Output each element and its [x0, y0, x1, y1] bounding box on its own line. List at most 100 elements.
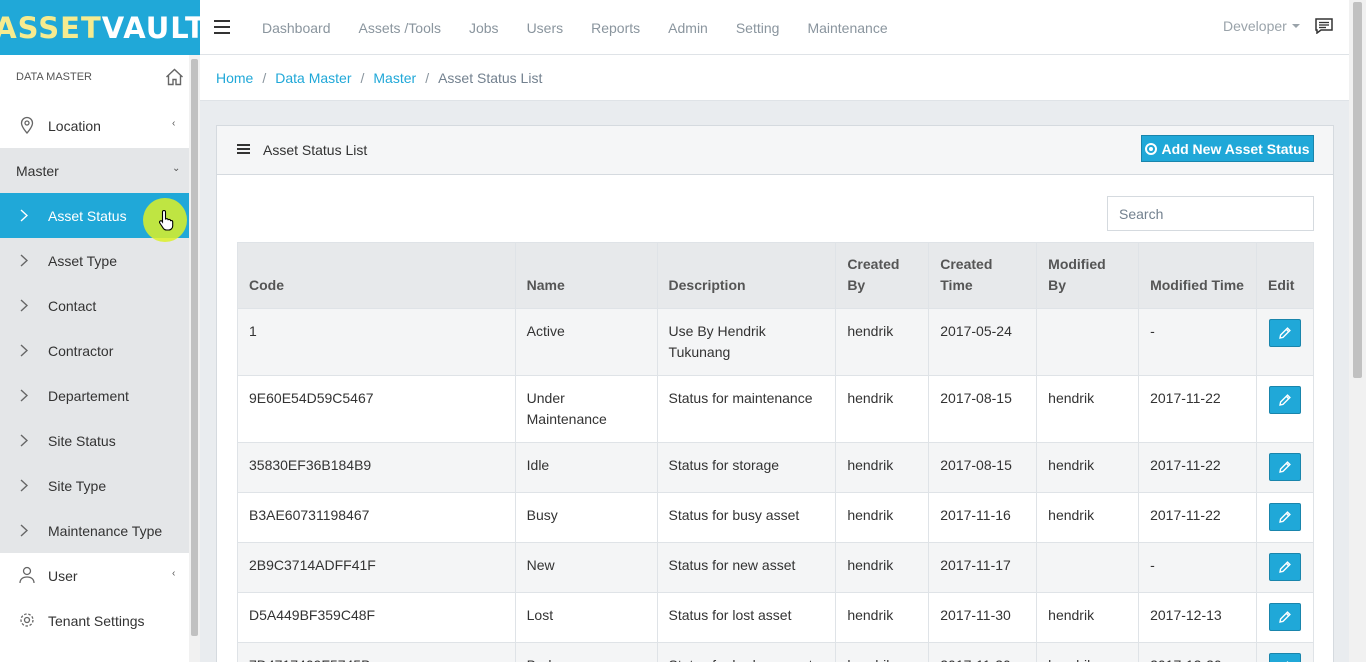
sidebar-item-site-status[interactable]: Site Status	[0, 418, 189, 463]
page-scrollbar[interactable]	[1349, 0, 1366, 662]
cell-code: 2B9C3714ADFF41F	[237, 542, 516, 593]
pencil-icon	[1279, 611, 1291, 623]
cell-edit	[1255, 492, 1315, 543]
cell-modified-time: 2017-11-22	[1138, 442, 1257, 493]
cell-edit	[1255, 375, 1315, 443]
hamburger-icon[interactable]	[212, 16, 232, 38]
sidebar-item-departement[interactable]: Departement	[0, 373, 189, 418]
cell-code: D5A449BF359C48F	[237, 592, 516, 643]
cell-created-time: 2017-08-15	[928, 375, 1038, 443]
page-scroll-thumb[interactable]	[1353, 2, 1362, 378]
pencil-icon	[1279, 394, 1291, 406]
chat-icon[interactable]	[1315, 18, 1333, 34]
nav-assets-tools[interactable]: Assets /Tools	[345, 20, 455, 36]
list-icon	[237, 144, 250, 155]
main-content: Home / Data Master / Master / Asset Stat…	[200, 55, 1349, 662]
cell-edit	[1255, 642, 1315, 662]
sidebar-item-label: Maintenance Type	[48, 522, 163, 539]
sidebar-item-contractor[interactable]: Contractor	[0, 328, 189, 373]
edit-button[interactable]	[1268, 386, 1301, 414]
chevron-right-icon	[20, 389, 28, 402]
brand-part1: ASSET	[0, 10, 102, 45]
top-nav: Dashboard Assets /Tools Jobs Users Repor…	[248, 0, 902, 55]
sidebar-item-tenant-settings[interactable]: Tenant Settings	[0, 598, 189, 643]
breadcrumb-data-master[interactable]: Data Master	[275, 70, 351, 86]
breadcrumb-home[interactable]: Home	[216, 70, 253, 86]
cell-modified-by: hendrik	[1036, 492, 1140, 543]
cell-modified-time: 2017-11-22	[1138, 375, 1257, 443]
cell-created-by: hendrik	[835, 642, 930, 662]
column-header-modified-by[interactable]: Modified By	[1036, 242, 1140, 309]
top-bar: ASSET VAULT Dashboard Assets /Tools Jobs …	[0, 0, 1366, 55]
edit-button[interactable]	[1268, 453, 1301, 481]
column-header-description[interactable]: Description	[656, 242, 837, 309]
cell-created-by: hendrik	[835, 542, 930, 593]
cell-edit	[1255, 592, 1315, 643]
edit-button[interactable]	[1268, 503, 1301, 531]
cell-description: Status for storage	[656, 442, 837, 493]
sidebar-scrollbar[interactable]	[189, 55, 200, 662]
column-header-code[interactable]: Code	[237, 242, 516, 309]
table-header-row: Code Name Description Created By Created…	[237, 242, 1315, 309]
cell-code: B3AE60731198467	[237, 492, 516, 543]
card-header: Asset Status List Add New Asset Status	[217, 126, 1333, 175]
search-input[interactable]	[1107, 196, 1314, 231]
edit-button[interactable]	[1268, 319, 1301, 347]
sidebar-item-user[interactable]: User ‹	[0, 553, 189, 598]
breadcrumb-master[interactable]: Master	[373, 70, 416, 86]
brand-logo[interactable]: ASSET VAULT	[0, 0, 205, 55]
edit-button[interactable]	[1268, 603, 1301, 631]
cell-modified-time: -	[1138, 542, 1257, 593]
cell-created-time: 2017-05-24	[928, 308, 1038, 376]
column-header-modified-time[interactable]: Modified Time	[1138, 242, 1257, 309]
column-header-created-by[interactable]: Created By	[835, 242, 930, 309]
sidebar-item-maintenance-type[interactable]: Maintenance Type	[0, 508, 189, 553]
sidebar-item-label: Contact	[48, 297, 97, 314]
breadcrumb-current: Asset Status List	[438, 69, 543, 86]
sidebar-item-contact[interactable]: Contact	[0, 283, 189, 328]
chevron-right-icon	[20, 299, 28, 312]
nav-reports[interactable]: Reports	[577, 20, 654, 36]
column-header-name[interactable]: Name	[514, 242, 658, 309]
breadcrumb-separator: /	[360, 69, 365, 86]
edit-button[interactable]	[1268, 653, 1301, 662]
table-row: D5A449BF359C48F Lost Status for lost ass…	[237, 592, 1315, 643]
nav-jobs[interactable]: Jobs	[455, 20, 513, 36]
home-icon[interactable]	[165, 68, 184, 86]
plus-circle-icon	[1145, 142, 1158, 155]
sidebar-scroll-thumb[interactable]	[191, 59, 198, 636]
cell-name: Under Maintenance	[514, 375, 658, 443]
column-header-edit: Edit	[1255, 242, 1315, 309]
add-new-asset-status-button[interactable]: Add New Asset Status	[1141, 135, 1314, 162]
add-button-label: Add New Asset Status	[1161, 140, 1310, 157]
sidebar-item-master[interactable]: Master ⌄	[0, 148, 189, 193]
chevron-down-icon: ⌄	[172, 163, 181, 174]
nav-setting[interactable]: Setting	[722, 20, 794, 36]
cell-modified-time: 2017-11-22	[1138, 492, 1257, 543]
nav-users[interactable]: Users	[513, 20, 578, 36]
table-row: B3AE60731198467 Busy Status for busy ass…	[237, 492, 1315, 543]
sidebar-item-asset-type[interactable]: Asset Type	[0, 238, 189, 283]
cell-code: 1	[237, 308, 516, 376]
sidebar-item-label: Asset Status	[48, 207, 127, 224]
cell-name: Broken	[514, 642, 658, 662]
cell-modified-time: 2017-12-13	[1138, 592, 1257, 643]
sidebar-item-site-type[interactable]: Site Type	[0, 463, 189, 508]
cell-modified-time: -	[1138, 308, 1257, 376]
nav-maintenance[interactable]: Maintenance	[793, 20, 901, 36]
nav-dashboard[interactable]: Dashboard	[248, 20, 345, 36]
user-icon	[19, 566, 35, 584]
edit-button[interactable]	[1268, 553, 1301, 581]
cell-created-by: hendrik	[835, 442, 930, 493]
gear-icon	[20, 613, 34, 627]
column-header-created-time[interactable]: Created Time	[928, 242, 1038, 309]
cell-created-by: hendrik	[835, 308, 930, 376]
cell-description: Status for busy asset	[656, 492, 837, 543]
chevron-left-icon: ‹	[172, 118, 176, 129]
cell-description: Status for maintenance	[656, 375, 837, 443]
user-menu[interactable]: Developer	[1223, 18, 1300, 34]
sidebar-item-location[interactable]: Location ‹	[0, 103, 189, 148]
table-row: 2B9C3714ADFF41F New Status for new asset…	[237, 542, 1315, 593]
sidebar-header: DATA MASTER	[0, 55, 189, 100]
nav-admin[interactable]: Admin	[654, 20, 722, 36]
